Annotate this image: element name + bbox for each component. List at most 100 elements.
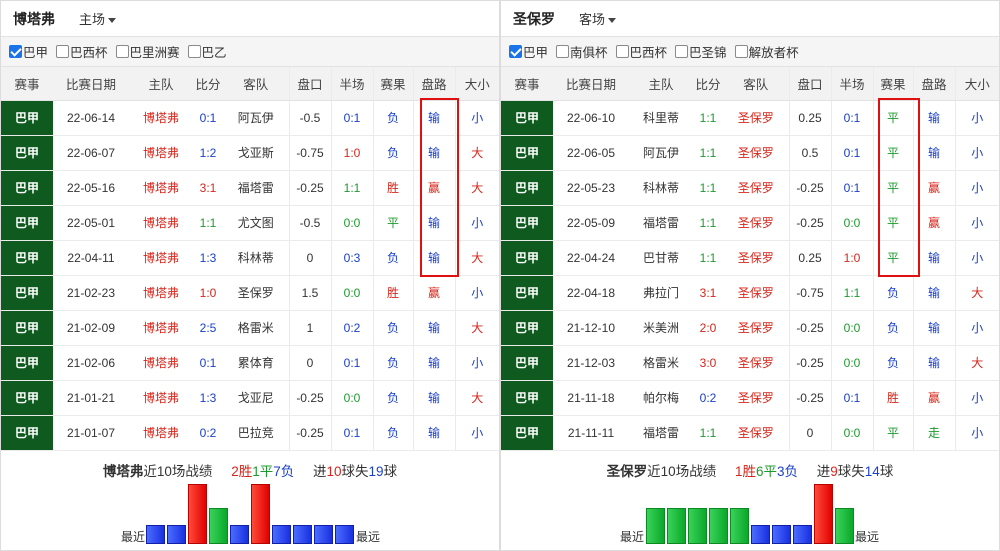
cell-home[interactable]: 弗拉门 [629,275,693,311]
cell-score[interactable]: 2:0 [693,310,723,346]
cell-score[interactable]: 1:1 [693,240,723,276]
table-row[interactable]: 巴甲 22-04-11 博塔弗 1:3 科林蒂 0 0:3 负输大 [1,240,499,276]
right-filter-4[interactable]: 解放者杯 [734,42,799,61]
table-row[interactable]: 巴甲 21-02-06 博塔弗 0:1 累体育 0 0:1 负输小 [1,345,499,381]
checkbox-icon[interactable] [734,45,748,58]
cell-score[interactable]: 3:1 [193,170,223,206]
cell-home[interactable]: 博塔弗 [129,135,193,171]
table-row[interactable]: 巴甲 21-12-03 格雷米 3:0 圣保罗 -0.25 0:0 负输大 [501,345,999,381]
table-row[interactable]: 巴甲 21-02-09 博塔弗 2:5 格雷米 1 0:2 负输大 [1,310,499,346]
table-row[interactable]: 巴甲 21-01-21 博塔弗 1:3 戈亚尼 -0.25 0:0 负输大 [1,380,499,416]
cell-away[interactable]: 福塔雷 [223,170,289,206]
cell-home[interactable]: 博塔弗 [129,240,193,276]
cell-away[interactable]: 戈亚尼 [223,380,289,416]
cell-score[interactable]: 1:1 [193,205,223,241]
cell-away[interactable]: 圣保罗 [723,240,789,276]
cell-home[interactable]: 博塔弗 [129,205,193,241]
right-filter-3[interactable]: 巴圣锦 [675,42,727,61]
cell-home[interactable]: 博塔弗 [129,170,193,206]
cell-score[interactable]: 1:3 [193,240,223,276]
cell-home[interactable]: 科林蒂 [629,170,693,206]
cell-home[interactable]: 福塔雷 [629,415,693,451]
cell-score[interactable]: 0:2 [193,415,223,451]
right-filter-0[interactable]: 巴甲 [509,42,548,61]
cell-home[interactable]: 博塔弗 [129,345,193,381]
cell-score[interactable]: 3:1 [693,275,723,311]
checkbox-icon[interactable] [615,45,629,58]
checkbox-checked-icon[interactable] [9,45,22,58]
left-venue-dropdown[interactable]: 主场 [79,9,117,28]
left-filter-2[interactable]: 巴里洲赛 [115,42,180,61]
cell-home[interactable]: 博塔弗 [129,310,193,346]
cell-home[interactable]: 米美洲 [629,310,693,346]
cell-away[interactable]: 圣保罗 [723,275,789,311]
cell-home[interactable]: 科里蒂 [629,100,693,136]
table-row[interactable]: 巴甲 22-06-14 博塔弗 0:1 阿瓦伊 -0.5 0:1 负输小 [1,100,499,136]
checkbox-icon[interactable] [56,45,70,58]
cell-away[interactable]: 尤文图 [223,205,289,241]
cell-score[interactable]: 1:3 [193,380,223,416]
cell-score[interactable]: 2:5 [193,310,223,346]
cell-away[interactable]: 巴拉竞 [223,415,289,451]
table-row[interactable]: 巴甲 21-11-18 帕尔梅 0:2 圣保罗 -0.25 0:1 胜赢小 [501,380,999,416]
cell-home[interactable]: 格雷米 [629,345,693,381]
cell-home[interactable]: 博塔弗 [129,415,193,451]
table-row[interactable]: 巴甲 22-04-18 弗拉门 3:1 圣保罗 -0.75 1:1 负输大 [501,275,999,311]
checkbox-icon[interactable] [187,45,201,58]
left-filter-1[interactable]: 巴西杯 [56,42,108,61]
cell-away[interactable]: 圣保罗 [723,380,789,416]
cell-home[interactable]: 博塔弗 [129,100,193,136]
table-row[interactable]: 巴甲 21-11-11 福塔雷 1:1 圣保罗 0 0:0 平走小 [501,415,999,451]
cell-home[interactable]: 福塔雷 [629,205,693,241]
cell-away[interactable]: 圣保罗 [723,310,789,346]
left-filter-0[interactable]: 巴甲 [9,42,48,61]
cell-score[interactable]: 1:2 [193,135,223,171]
cell-score[interactable]: 1:1 [693,135,723,171]
cell-home[interactable]: 博塔弗 [129,380,193,416]
cell-away[interactable]: 圣保罗 [223,275,289,311]
checkbox-icon[interactable] [675,45,689,58]
table-row[interactable]: 巴甲 22-06-10 科里蒂 1:1 圣保罗 0.25 0:1 平输小 [501,100,999,136]
cell-home[interactable]: 阿瓦伊 [629,135,693,171]
table-row[interactable]: 巴甲 22-04-24 巴甘蒂 1:1 圣保罗 0.25 1:0 平输小 [501,240,999,276]
checkbox-icon[interactable] [556,45,570,58]
cell-away[interactable]: 圣保罗 [723,135,789,171]
cell-score[interactable]: 3:0 [693,345,723,381]
table-row[interactable]: 巴甲 21-12-10 米美洲 2:0 圣保罗 -0.25 0:0 负输小 [501,310,999,346]
cell-score[interactable]: 0:1 [193,345,223,381]
table-row[interactable]: 巴甲 21-02-23 博塔弗 1:0 圣保罗 1.5 0:0 胜赢小 [1,275,499,311]
table-row[interactable]: 巴甲 22-05-23 科林蒂 1:1 圣保罗 -0.25 0:1 平赢小 [501,170,999,206]
cell-away[interactable]: 阿瓦伊 [223,100,289,136]
cell-score[interactable]: 1:1 [693,415,723,451]
cell-away[interactable]: 圣保罗 [723,345,789,381]
cell-away[interactable]: 格雷米 [223,310,289,346]
table-row[interactable]: 巴甲 22-05-09 福塔雷 1:1 圣保罗 -0.25 0:0 平赢小 [501,205,999,241]
cell-away[interactable]: 科林蒂 [223,240,289,276]
cell-away[interactable]: 累体育 [223,345,289,381]
cell-away[interactable]: 圣保罗 [723,100,789,136]
cell-home[interactable]: 巴甘蒂 [629,240,693,276]
cell-home[interactable]: 帕尔梅 [629,380,693,416]
table-row[interactable]: 巴甲 22-06-07 博塔弗 1:2 戈亚斯 -0.75 1:0 负输大 [1,135,499,171]
table-row[interactable]: 巴甲 22-05-16 博塔弗 3:1 福塔雷 -0.25 1:1 胜赢大 [1,170,499,206]
table-row[interactable]: 巴甲 21-01-07 博塔弗 0:2 巴拉竞 -0.25 0:1 负输小 [1,415,499,451]
cell-score[interactable]: 1:1 [693,170,723,206]
cell-home[interactable]: 博塔弗 [129,275,193,311]
right-filter-2[interactable]: 巴西杯 [615,42,667,61]
cell-away[interactable]: 戈亚斯 [223,135,289,171]
checkbox-checked-icon[interactable] [509,45,522,58]
right-filter-1[interactable]: 南俱杯 [556,42,608,61]
cell-score[interactable]: 0:2 [693,380,723,416]
cell-score[interactable]: 1:1 [693,205,723,241]
table-row[interactable]: 巴甲 22-05-01 博塔弗 1:1 尤文图 -0.5 0:0 平输小 [1,205,499,241]
left-filter-3[interactable]: 巴乙 [187,42,227,61]
cell-away[interactable]: 圣保罗 [723,170,789,206]
cell-score[interactable]: 1:1 [693,100,723,136]
cell-score[interactable]: 1:0 [193,275,223,311]
right-venue-dropdown[interactable]: 客场 [579,9,617,28]
checkbox-icon[interactable] [115,45,129,58]
cell-away[interactable]: 圣保罗 [723,415,789,451]
cell-score[interactable]: 0:1 [193,100,223,136]
table-row[interactable]: 巴甲 22-06-05 阿瓦伊 1:1 圣保罗 0.5 0:1 平输小 [501,135,999,171]
cell-away[interactable]: 圣保罗 [723,205,789,241]
